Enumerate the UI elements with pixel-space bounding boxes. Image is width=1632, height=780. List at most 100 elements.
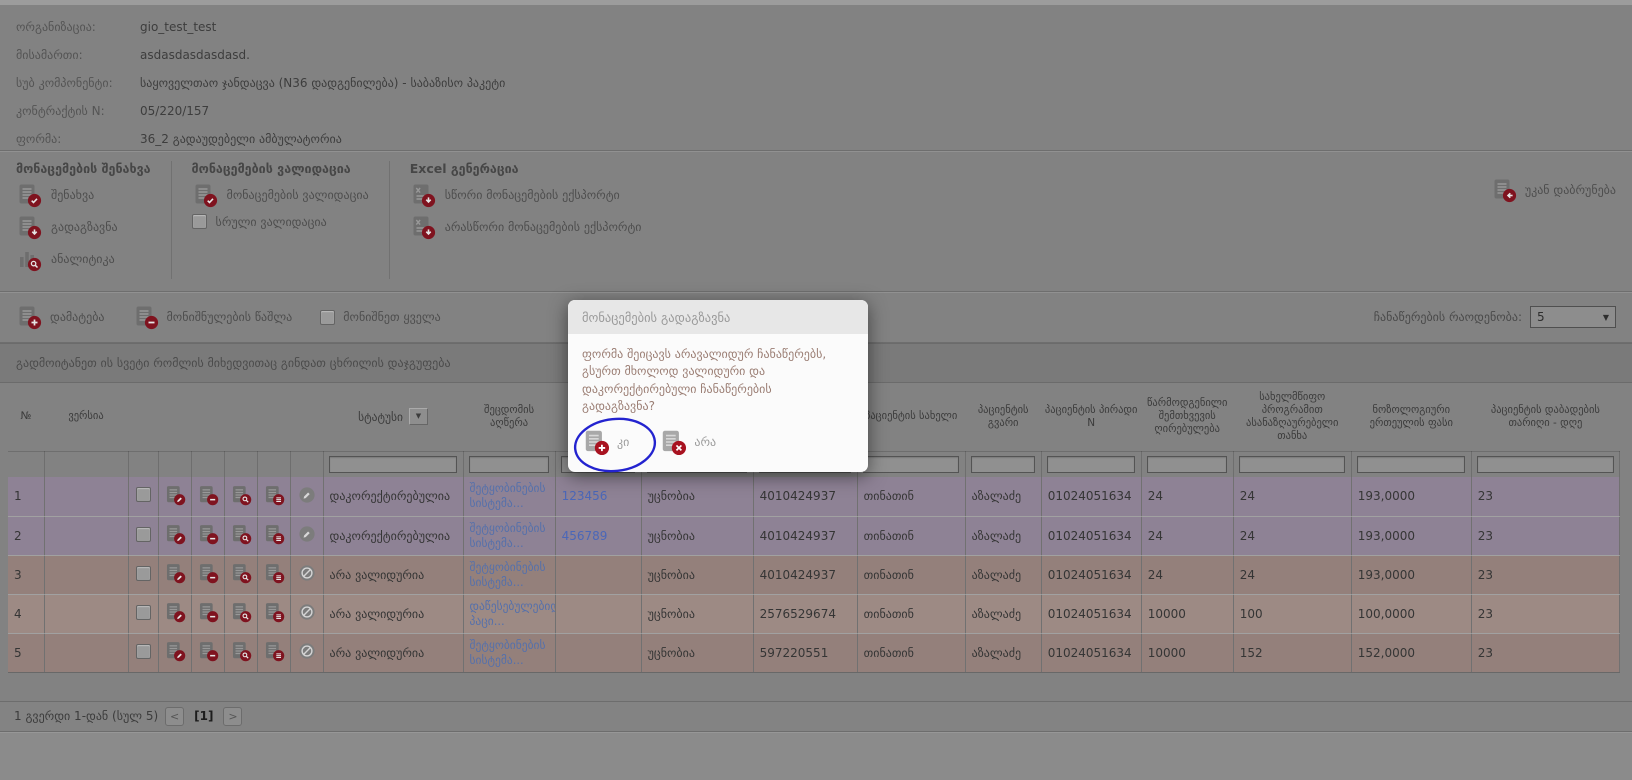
column-header-error[interactable]: შეცდომის აღწერა bbox=[463, 383, 555, 451]
column-header-reimbursable_amount[interactable]: სახელმწიფო პროგრამით ასანაზღაურებელი თან… bbox=[1233, 383, 1351, 451]
view-row-icon[interactable] bbox=[230, 523, 252, 545]
column-header-presented_value[interactable]: წარმოდგენილი შემთხვევის ღირებულება bbox=[1141, 383, 1233, 451]
column-header-status[interactable]: სტატუსი▼ bbox=[358, 408, 428, 425]
delete-row-icon[interactable] bbox=[197, 640, 219, 662]
analytics-button[interactable]: ანალიტიკა bbox=[16, 246, 151, 272]
export-invalid-button[interactable]: არასწორი მონაცემების ექსპორტი bbox=[410, 214, 642, 240]
view-row-icon[interactable] bbox=[230, 562, 252, 584]
filter-cell bbox=[44, 451, 128, 477]
no-icon bbox=[659, 428, 687, 456]
full-validation-checkbox[interactable] bbox=[192, 214, 207, 229]
add-button[interactable]: დამატება bbox=[16, 304, 105, 330]
edit-row-icon[interactable] bbox=[164, 640, 186, 662]
cell-delete bbox=[191, 477, 224, 516]
status-filter-button[interactable]: ▼ bbox=[409, 408, 428, 425]
group-by-hint: გადმოიტანეთ ის სვეტი რომლის მიხედვითაც გ… bbox=[16, 356, 451, 370]
view-row-icon[interactable] bbox=[230, 484, 252, 506]
delete-row-icon[interactable] bbox=[197, 601, 219, 623]
cell-reimbursable_amount: 24 bbox=[1233, 477, 1351, 516]
error-link[interactable]: შეტყობინების სისტემა... bbox=[470, 560, 549, 590]
filter-input-last_name[interactable] bbox=[971, 456, 1035, 473]
column-header-version[interactable]: ვერსია bbox=[44, 383, 128, 451]
delete-row-icon[interactable] bbox=[197, 562, 219, 584]
edited-indicator-icon bbox=[298, 486, 316, 504]
modal-no-button[interactable]: არა bbox=[659, 428, 716, 456]
column-header-first_name[interactable]: პაციენტის სახელი bbox=[857, 383, 965, 451]
filter-input-personal_n[interactable] bbox=[1047, 456, 1135, 473]
table-row: 3არა ვალიდურიაშეტყობინების სისტემა...უცნ… bbox=[8, 555, 1620, 594]
cell-history bbox=[555, 633, 641, 672]
filter-input-reimbursable_amount[interactable] bbox=[1239, 456, 1345, 473]
column-header-unit_price[interactable]: ნოზოლოგიური ერთეულის ფასი bbox=[1351, 383, 1471, 451]
delete-selected-button[interactable]: მონიშნულების წაშლა bbox=[133, 304, 293, 330]
modal-message: ფორმა შეიცავს არავალიდურ ჩანაწერებს, გსუ… bbox=[568, 334, 858, 420]
send-button[interactable]: გადაგზავნა bbox=[16, 214, 151, 240]
back-icon bbox=[1491, 177, 1517, 203]
column-header-birth_day[interactable]: პაციენტის დაბადების თარიღი - დღე bbox=[1471, 383, 1619, 451]
info-value: 05/220/157 bbox=[140, 104, 209, 118]
delete-row-icon[interactable] bbox=[197, 484, 219, 506]
column-header-n[interactable]: № bbox=[8, 383, 44, 451]
modal-yes-button[interactable]: კი bbox=[582, 428, 629, 456]
cell-n: 1 bbox=[8, 477, 44, 516]
error-link[interactable]: შეტყობინების სისტემა... bbox=[470, 638, 549, 668]
filter-cell bbox=[128, 451, 158, 477]
validate-button[interactable]: მონაცემების ვალიდაცია bbox=[192, 182, 369, 208]
error-link[interactable]: დაწესებულებიდან პაცი... bbox=[470, 599, 556, 629]
error-link[interactable]: შეტყობინების სისტემა... bbox=[470, 521, 549, 551]
edit-row-icon[interactable] bbox=[164, 601, 186, 623]
column-header-personal_n[interactable]: პაციენტის პირადი N bbox=[1041, 383, 1141, 451]
delete-row-icon[interactable] bbox=[197, 523, 219, 545]
add-icon bbox=[16, 304, 42, 330]
back-button[interactable]: უკან დაბრუნება bbox=[1491, 177, 1616, 203]
details-row-icon[interactable] bbox=[263, 562, 285, 584]
details-row-icon[interactable] bbox=[263, 601, 285, 623]
cell-edit bbox=[158, 516, 191, 555]
column-header-last_name[interactable]: პაციენტის გვარი bbox=[965, 383, 1041, 451]
column-header-status[interactable]: სტატუსი▼ bbox=[323, 383, 463, 451]
full-validation-label: სრული ვალიდაცია bbox=[216, 215, 327, 229]
current-page-label[interactable]: [1] bbox=[194, 709, 213, 723]
cell-presented_value: 24 bbox=[1141, 516, 1233, 555]
error-link[interactable]: შეტყობინების სისტემა... bbox=[470, 481, 549, 511]
view-row-icon[interactable] bbox=[230, 640, 252, 662]
pagination-summary: 1 გვერდი 1-დან (სულ 5) bbox=[14, 709, 158, 723]
filter-input-error[interactable] bbox=[469, 456, 549, 473]
edit-row-icon[interactable] bbox=[164, 523, 186, 545]
save-button[interactable]: შენახვა bbox=[16, 182, 151, 208]
full-validation-checkbox-item[interactable]: სრული ვალიდაცია bbox=[192, 214, 369, 229]
row-checkbox[interactable] bbox=[136, 566, 151, 581]
prev-page-button[interactable]: < bbox=[165, 707, 184, 726]
filter-input-birth_day[interactable] bbox=[1477, 456, 1613, 473]
edit-row-icon[interactable] bbox=[164, 562, 186, 584]
records-per-page-select[interactable]: 5 ▼ bbox=[1530, 306, 1616, 328]
history-number-link[interactable]: 456789 bbox=[562, 529, 608, 543]
row-checkbox[interactable] bbox=[136, 605, 151, 620]
row-checkbox[interactable] bbox=[136, 487, 151, 502]
row-checkbox[interactable] bbox=[136, 644, 151, 659]
details-row-icon[interactable] bbox=[263, 523, 285, 545]
bottom-strip bbox=[0, 732, 1632, 780]
next-page-button[interactable]: > bbox=[223, 707, 242, 726]
cell-indicator bbox=[290, 477, 323, 516]
cell-n: 5 bbox=[8, 633, 44, 672]
details-row-icon[interactable] bbox=[263, 640, 285, 662]
filter-input-first_name[interactable] bbox=[863, 456, 959, 473]
filter-input-status[interactable] bbox=[329, 456, 457, 473]
details-row-icon[interactable] bbox=[263, 484, 285, 506]
export-valid-button[interactable]: სწორი მონაცემების ექსპორტი bbox=[410, 182, 642, 208]
cell-code: 2576529674 bbox=[753, 594, 857, 633]
send-label: გადაგზავნა bbox=[51, 220, 118, 234]
filter-input-unit_price[interactable] bbox=[1357, 456, 1465, 473]
select-all-checkbox[interactable] bbox=[320, 310, 335, 325]
cell-view bbox=[224, 516, 257, 555]
delete-selected-label: მონიშნულების წაშლა bbox=[167, 310, 293, 324]
filter-input-presented_value[interactable] bbox=[1147, 456, 1227, 473]
history-number-link[interactable]: 123456 bbox=[562, 489, 608, 503]
select-all-item[interactable]: მონიშნეთ ყველა bbox=[320, 310, 441, 325]
edit-row-icon[interactable] bbox=[164, 484, 186, 506]
cell-birth_day: 23 bbox=[1471, 477, 1619, 516]
row-checkbox[interactable] bbox=[136, 527, 151, 542]
view-row-icon[interactable] bbox=[230, 601, 252, 623]
cell-delete bbox=[191, 555, 224, 594]
